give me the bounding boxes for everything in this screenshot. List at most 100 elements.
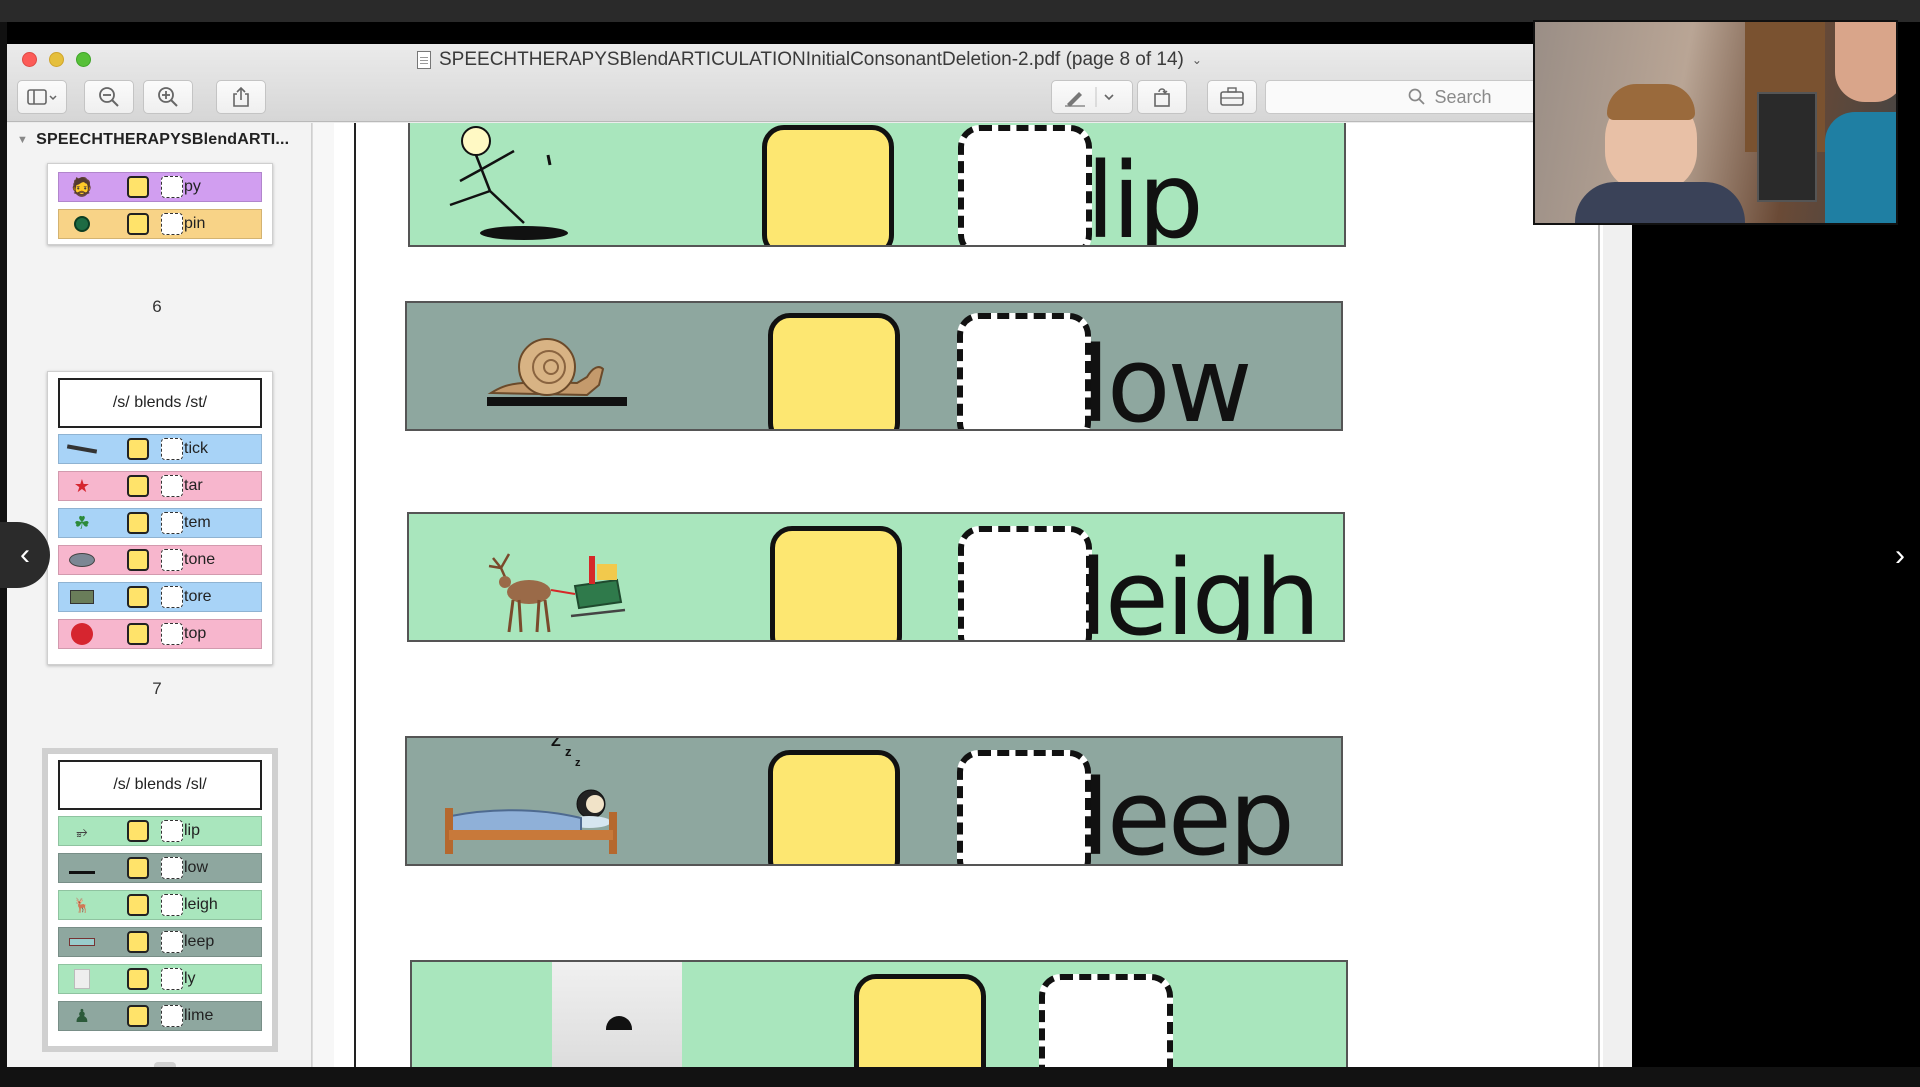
list-item: leep xyxy=(58,927,262,957)
thumb-word: tick xyxy=(184,440,208,457)
card-word: low xyxy=(1081,324,1253,431)
zoom-window-button[interactable] xyxy=(76,52,91,67)
figure-icon xyxy=(606,1016,632,1030)
fox-icon xyxy=(59,965,105,993)
page-number-label: 6 xyxy=(152,297,162,316)
thumb-word: pin xyxy=(184,215,206,232)
document-view[interactable]: lip low leigh Z z z leep xyxy=(334,123,1632,1067)
chevron-left-icon: ‹ xyxy=(20,538,30,571)
thumb-word: tar xyxy=(184,477,203,494)
thumb-word: top xyxy=(184,625,207,642)
snail-icon xyxy=(487,338,627,406)
child-hair xyxy=(1607,84,1695,120)
page-thumbnail-8[interactable]: /s/ blends /sl/ ⥵ lip low 🦌 leigh leep l… xyxy=(42,748,278,1052)
document-gutter xyxy=(1603,123,1632,1067)
next-slide-button[interactable]: › xyxy=(1888,538,1912,574)
word-card-leep: Z z z leep xyxy=(405,736,1343,866)
page-thumbnail-6[interactable]: 🧔 py pin xyxy=(47,163,273,245)
star-icon: ★ xyxy=(73,475,91,496)
plant-icon: ☘ xyxy=(73,512,91,533)
list-item: 🦌 leigh xyxy=(58,890,262,920)
minimize-window-button[interactable] xyxy=(49,52,64,67)
video-call-thumbnail[interactable] xyxy=(1533,20,1898,225)
yellow-box xyxy=(127,820,149,842)
yellow-box xyxy=(127,1005,149,1027)
snail-icon xyxy=(59,854,105,882)
rotate-button[interactable] xyxy=(1137,80,1187,114)
list-item: ☘ tem xyxy=(58,508,262,538)
blank-square xyxy=(957,313,1091,429)
card-word: lip xyxy=(1086,140,1204,247)
sidebar-toggle-button[interactable] xyxy=(17,80,67,114)
stop-sign-icon xyxy=(59,620,105,648)
page-right-border xyxy=(1598,123,1600,1067)
list-item: low xyxy=(58,853,262,883)
yellow-box xyxy=(127,176,149,198)
blank-square xyxy=(1039,974,1173,1067)
slip-icon xyxy=(449,126,568,240)
adult-face xyxy=(1835,22,1896,102)
thumb-word: low xyxy=(184,859,209,876)
list-item: pin xyxy=(58,209,262,239)
sleigh-icon xyxy=(488,553,626,633)
sleigh-icon: 🦌 xyxy=(73,896,91,913)
blank-box xyxy=(161,1005,183,1027)
chevron-right-icon: › xyxy=(1895,539,1905,572)
sidebar-document-name: SPEECHTHERAPYSBlendARTI... xyxy=(36,131,290,148)
yellow-box xyxy=(127,438,149,460)
thumb-word: leigh xyxy=(184,896,218,913)
svg-text:z: z xyxy=(565,744,572,759)
list-item: ★ tar xyxy=(58,471,262,501)
blank-box xyxy=(161,475,183,497)
thumb-word: ly xyxy=(184,970,196,987)
thumb-header: /s/ blends /st/ xyxy=(58,378,262,428)
thumb-word: tore xyxy=(184,588,212,605)
blank-box xyxy=(161,586,183,608)
sidebar-document-header[interactable]: ▼ SPEECHTHERAPYSBlendARTI... xyxy=(17,131,289,149)
blank-box xyxy=(161,931,183,953)
yellow-square xyxy=(762,125,894,245)
list-item: ⥵ lip xyxy=(58,816,262,846)
yellow-box xyxy=(127,549,149,571)
blank-box xyxy=(161,820,183,842)
screen-bottom-bar xyxy=(0,1067,1920,1087)
yellow-box xyxy=(127,968,149,990)
preview-window: SPEECHTHERAPYSBlendARTICULATIONInitialCo… xyxy=(7,44,1632,1067)
list-item: top xyxy=(58,619,262,649)
close-window-button[interactable] xyxy=(22,52,37,67)
blank-box xyxy=(161,176,183,198)
blank-box xyxy=(161,968,183,990)
share-button[interactable] xyxy=(216,80,266,114)
zoom-out-icon xyxy=(99,87,119,107)
blank-box xyxy=(161,623,183,645)
window-title[interactable]: SPEECHTHERAPYSBlendARTICULATIONInitialCo… xyxy=(417,49,1202,71)
blank-box xyxy=(161,549,183,571)
toolbox-button[interactable] xyxy=(1207,80,1257,114)
person-icon: 🧔 xyxy=(70,176,94,197)
zoom-out-button[interactable] xyxy=(84,80,134,114)
blank-square xyxy=(958,125,1092,245)
yellow-square xyxy=(768,313,900,429)
picture-frame xyxy=(552,962,682,1067)
sidebar-scrollbar[interactable] xyxy=(312,123,334,1067)
word-card-leigh: leigh xyxy=(407,512,1345,642)
yellow-box xyxy=(127,857,149,879)
word-card-lip: lip xyxy=(408,123,1346,247)
document-icon xyxy=(417,51,431,69)
disclosure-triangle-icon[interactable]: ▼ xyxy=(17,134,28,146)
page-thumbnail-7[interactable]: /s/ blends /st/ tick ★ tar ☘ tem tone to… xyxy=(47,371,273,665)
yellow-box xyxy=(127,894,149,916)
list-item: ♟ lime xyxy=(58,1001,262,1031)
list-item: tick xyxy=(58,434,262,464)
list-item: tore xyxy=(58,582,262,612)
thumb-word: lime xyxy=(184,1007,214,1024)
zoom-in-icon xyxy=(158,87,178,107)
search-placeholder: Search xyxy=(1434,86,1492,107)
slime-icon: ♟ xyxy=(73,1005,91,1026)
child-shirt xyxy=(1575,182,1745,223)
markup-pen-button[interactable] xyxy=(1051,80,1133,114)
zoom-in-button[interactable] xyxy=(143,80,193,114)
list-item: tone xyxy=(58,545,262,575)
word-card-low: low xyxy=(405,301,1343,431)
window-title-text: SPEECHTHERAPYSBlendARTICULATIONInitialCo… xyxy=(439,49,1184,70)
